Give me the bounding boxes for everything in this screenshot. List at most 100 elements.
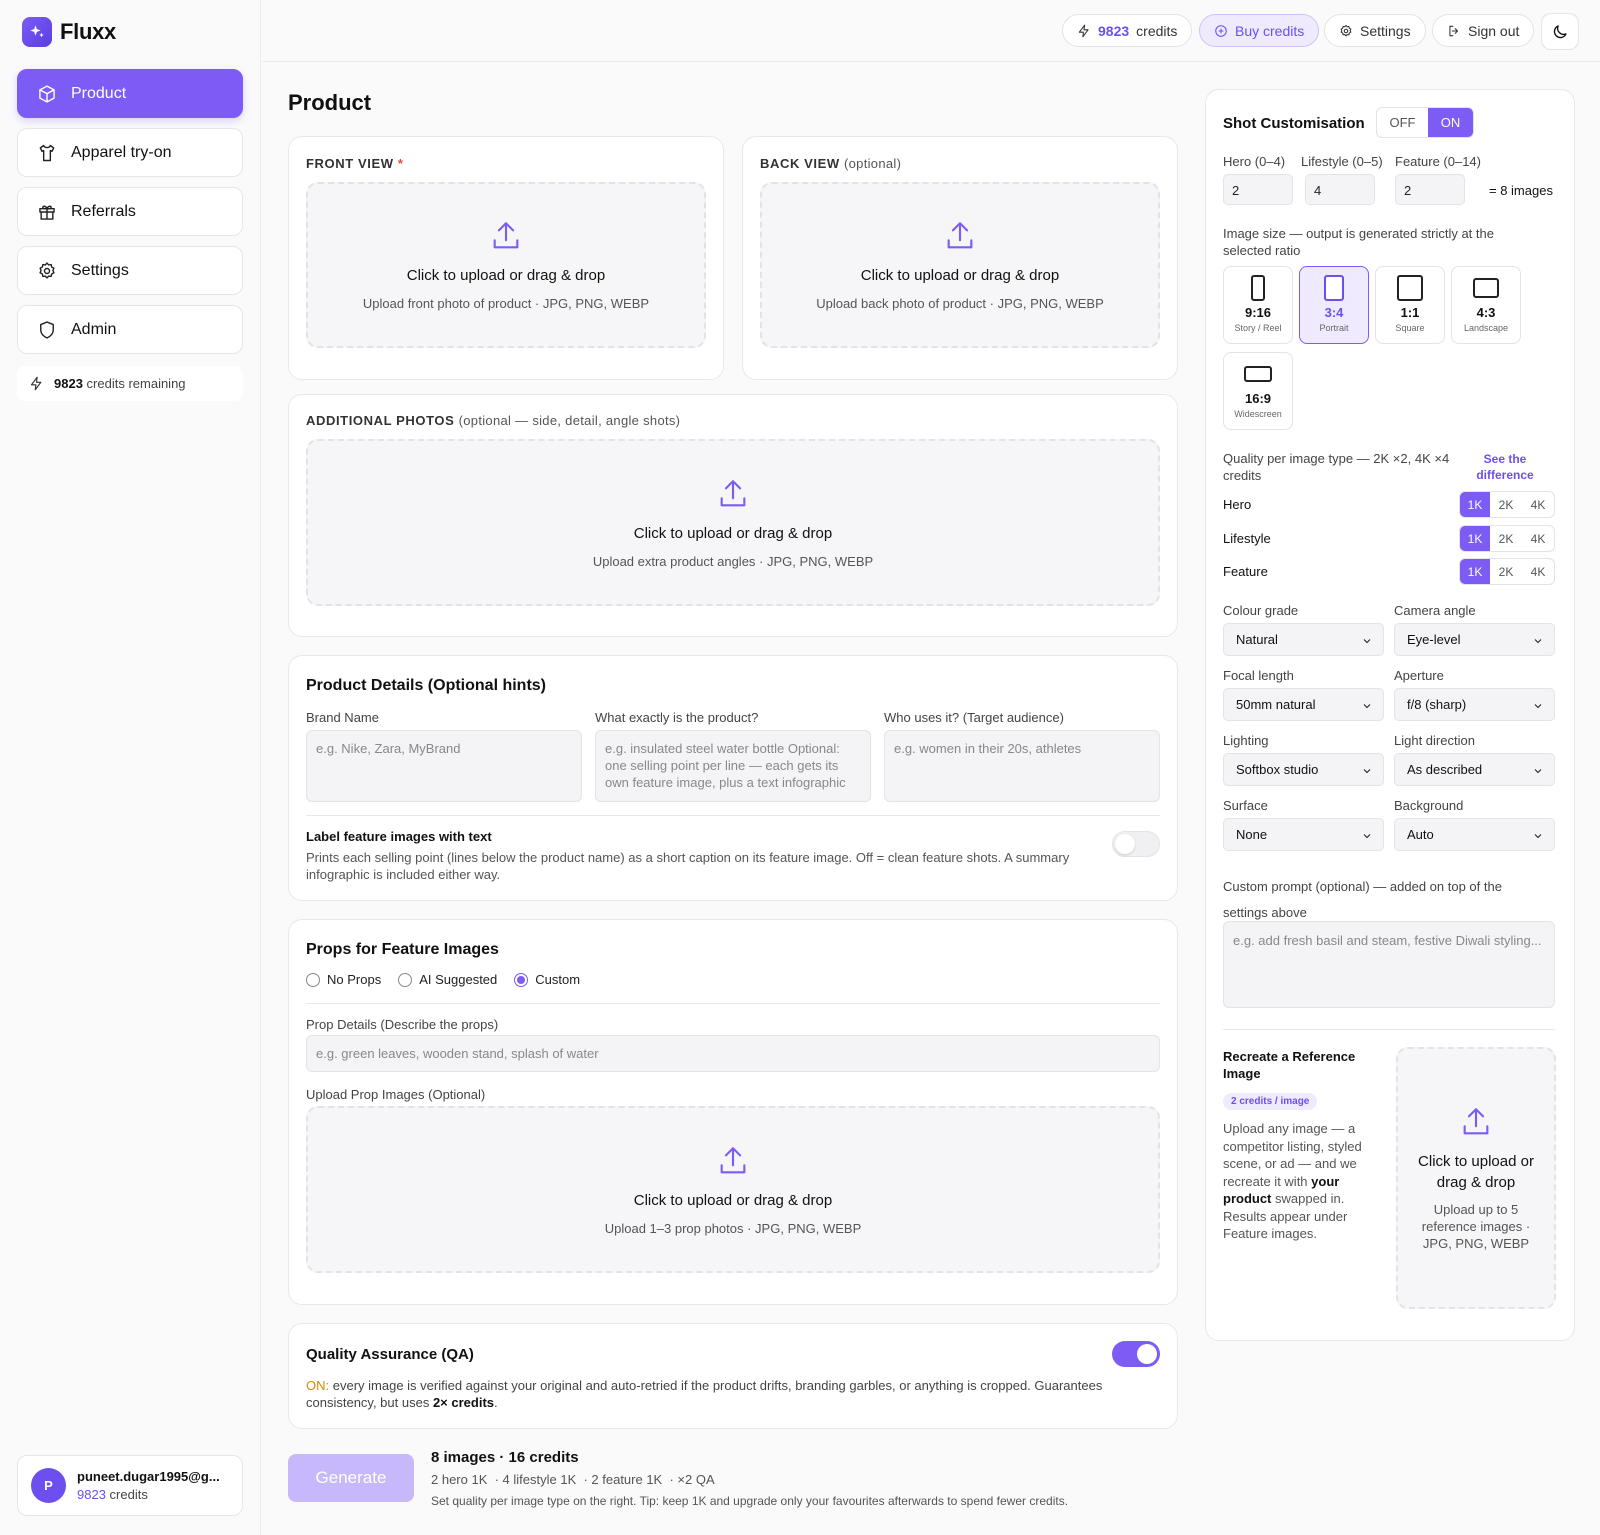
colour-grade-select[interactable]: Natural bbox=[1223, 623, 1384, 656]
radio-label: No Props bbox=[327, 972, 382, 987]
back-view-dropzone[interactable]: Click to upload or drag & drop Upload ba… bbox=[760, 182, 1160, 348]
user-card[interactable]: P puneet.dugar1995@g... 9823 credits bbox=[17, 1455, 243, 1516]
sidebar-item-apparel[interactable]: Apparel try-on bbox=[17, 128, 243, 177]
recreate-description: Upload any image — a competitor listing,… bbox=[1223, 1120, 1373, 1243]
dropzone-subtitle: Upload extra product angles · JPG, PNG, … bbox=[592, 553, 874, 569]
generate-tip: Set quality per image type on the right.… bbox=[431, 1494, 1069, 1508]
feature-count-input[interactable]: 2 bbox=[1395, 174, 1465, 205]
focal-length-select[interactable]: 50mm natural bbox=[1223, 688, 1384, 721]
recreate-title: Recreate a Reference Image bbox=[1223, 1049, 1356, 1081]
lifestyle-count-input[interactable]: 4 bbox=[1305, 174, 1375, 205]
product-description-input[interactable]: e.g. insulated steel water bottle Option… bbox=[595, 730, 871, 802]
prop-details-input[interactable]: e.g. green leaves, wooden stand, splash … bbox=[306, 1035, 1160, 1072]
sidebar-item-settings[interactable]: Settings bbox=[17, 246, 243, 295]
dropzone-subtitle: Upload 1–3 prop photos · JPG, PNG, WEBP bbox=[604, 1220, 862, 1236]
quality-selector-feature: 1K 2K 4K bbox=[1459, 558, 1555, 585]
props-radio-group: No Props AI Suggested Custom bbox=[306, 972, 597, 987]
see-difference-link[interactable]: See the difference bbox=[1470, 451, 1540, 483]
settings-button[interactable]: Settings bbox=[1324, 14, 1426, 47]
generate-button[interactable]: Generate bbox=[288, 1454, 414, 1502]
quality-option[interactable]: 4K bbox=[1522, 526, 1554, 551]
prop-details-label: Prop Details (Describe the props) bbox=[306, 1017, 499, 1032]
quality-option[interactable]: 1K bbox=[1460, 559, 1490, 584]
label-feature-toggle[interactable] bbox=[1112, 831, 1160, 857]
sign-out-button[interactable]: Sign out bbox=[1432, 14, 1535, 47]
shirt-icon bbox=[39, 144, 55, 161]
on-option[interactable]: ON bbox=[1428, 108, 1473, 137]
ratio-option-1-1[interactable]: 1:1 Square bbox=[1375, 266, 1445, 344]
ratio-option-16-9[interactable]: 16:9 Widescreen bbox=[1223, 352, 1293, 430]
chevron-down-icon bbox=[1363, 769, 1371, 774]
quality-option[interactable]: 4K bbox=[1522, 559, 1554, 584]
dropzone-subtitle: Upload back photo of product · JPG, PNG,… bbox=[816, 296, 1104, 311]
off-option[interactable]: OFF bbox=[1377, 108, 1428, 137]
sidebar-item-product[interactable]: Product bbox=[17, 69, 243, 118]
quality-option[interactable]: 2K bbox=[1490, 526, 1522, 551]
buy-credits-button[interactable]: Buy credits bbox=[1199, 14, 1320, 47]
target-audience-input[interactable]: e.g. women in their 20s, athletes bbox=[884, 730, 1160, 802]
select-label: Focal length bbox=[1223, 668, 1294, 683]
sidebar-item-admin[interactable]: Admin bbox=[17, 305, 243, 354]
custom-prompt-input[interactable]: e.g. add fresh basil and steam, festive … bbox=[1223, 921, 1555, 1008]
radio-ai-suggested[interactable]: AI Suggested bbox=[398, 972, 497, 987]
quality-row-label: Feature bbox=[1223, 564, 1268, 579]
ratio-option-9-16[interactable]: 9:16 Story / Reel bbox=[1223, 266, 1293, 344]
qa-toggle[interactable] bbox=[1112, 1341, 1160, 1367]
background-select[interactable]: Auto bbox=[1394, 818, 1555, 851]
back-view-label: BACK VIEW (optional) bbox=[760, 156, 901, 171]
qa-description: ON: every image is verified against your… bbox=[306, 1377, 1146, 1411]
dropzone-title: Click to upload or drag & drop bbox=[633, 1191, 833, 1209]
optional-marker: (optional) bbox=[844, 156, 902, 171]
page-title: Product bbox=[288, 90, 372, 115]
gear-icon bbox=[39, 261, 55, 279]
radio-custom[interactable]: Custom bbox=[514, 972, 580, 987]
select-value: Softbox studio bbox=[1236, 762, 1319, 777]
credits-pill[interactable]: 9823 credits bbox=[1062, 14, 1193, 47]
light-direction-select[interactable]: As described bbox=[1394, 753, 1555, 786]
ratio-value: 9:16 bbox=[1244, 305, 1272, 320]
cube-icon bbox=[39, 84, 55, 103]
lighting-select[interactable]: Softbox studio bbox=[1223, 753, 1384, 786]
select-label: Background bbox=[1394, 798, 1464, 813]
radio-button bbox=[398, 972, 413, 987]
radio-no-props[interactable]: No Props bbox=[306, 972, 381, 987]
qa-desc-text: every image is verified against your ori… bbox=[306, 1378, 1103, 1410]
radio-label: Custom bbox=[535, 972, 581, 987]
additional-photos-dropzone[interactable]: Click to upload or drag & drop Upload ex… bbox=[306, 439, 1160, 606]
prop-images-dropzone[interactable]: Click to upload or drag & drop Upload 1–… bbox=[306, 1106, 1160, 1273]
quality-option[interactable]: 2K bbox=[1490, 559, 1522, 584]
image-size-label: Image size — output is generated strictl… bbox=[1223, 226, 1494, 258]
camera-angle-select[interactable]: Eye-level bbox=[1394, 623, 1555, 656]
quality-option[interactable]: 1K bbox=[1460, 492, 1490, 517]
divider bbox=[306, 1003, 1160, 1004]
chevron-down-icon bbox=[1534, 704, 1542, 709]
hero-count-input[interactable]: 2 bbox=[1223, 174, 1293, 205]
additional-photos-label: ADDITIONAL PHOTOS (optional — side, deta… bbox=[306, 413, 680, 428]
qa-on-prefix: ON: bbox=[306, 1378, 330, 1393]
credits-remaining: 9823 credits remaining bbox=[17, 366, 243, 401]
logo[interactable]: Fluxx bbox=[22, 17, 116, 47]
ratio-option-3-4[interactable]: 3:4 Portrait bbox=[1299, 266, 1369, 344]
hero-count-label: Hero (0–4) bbox=[1223, 154, 1286, 169]
theme-toggle-button[interactable] bbox=[1541, 13, 1579, 50]
additional-photos-card: ADDITIONAL PHOTOS (optional — side, deta… bbox=[288, 394, 1178, 637]
moon-icon bbox=[1553, 24, 1567, 38]
divider bbox=[306, 815, 1160, 816]
brand-name-input[interactable]: e.g. Nike, Zara, MyBrand bbox=[306, 730, 582, 802]
quality-option[interactable]: 2K bbox=[1490, 492, 1522, 517]
surface-select[interactable]: None bbox=[1223, 818, 1384, 851]
quality-option[interactable]: 1K bbox=[1460, 526, 1490, 551]
widescreen-icon bbox=[1244, 366, 1272, 382]
select-value: 50mm natural bbox=[1236, 697, 1316, 712]
front-view-label-text: FRONT VIEW bbox=[306, 156, 394, 171]
ratio-option-4-3[interactable]: 4:3 Landscape bbox=[1451, 266, 1521, 344]
buy-credits-label: Buy credits bbox=[1235, 22, 1305, 39]
sidebar-item-referrals[interactable]: Referrals bbox=[17, 187, 243, 236]
front-view-card: FRONT VIEW * Click to upload or drag & d… bbox=[288, 136, 724, 380]
dropzone-subtitle: Upload up to 5 reference images · JPG, P… bbox=[1421, 1201, 1531, 1251]
front-view-dropzone[interactable]: Click to upload or drag & drop Upload fr… bbox=[306, 182, 706, 348]
aperture-select[interactable]: f/8 (sharp) bbox=[1394, 688, 1555, 721]
credits-pill-suffix: credits bbox=[1136, 22, 1178, 39]
reference-image-dropzone[interactable]: Click to upload or drag & drop Upload up… bbox=[1396, 1047, 1556, 1309]
quality-option[interactable]: 4K bbox=[1522, 492, 1554, 517]
